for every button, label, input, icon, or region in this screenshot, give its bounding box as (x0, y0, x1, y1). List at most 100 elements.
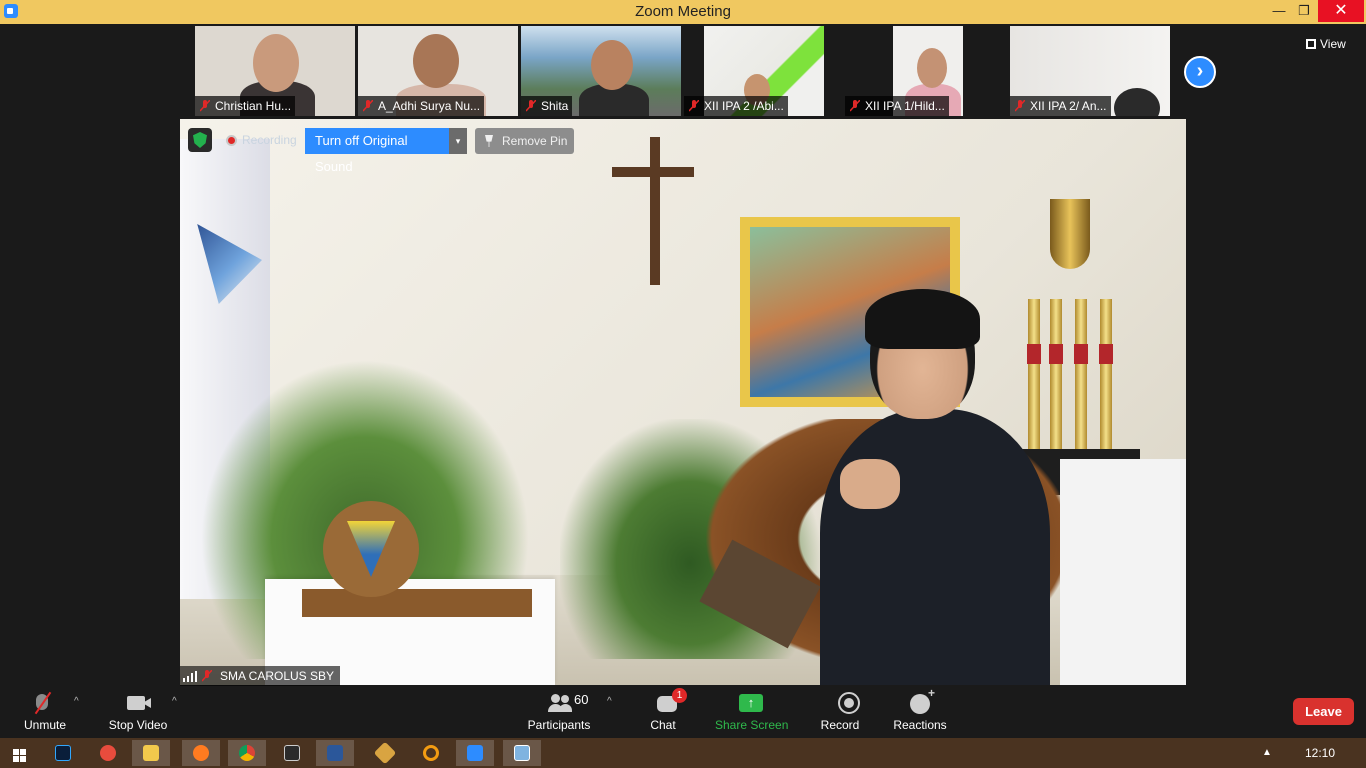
unmute-button[interactable]: Unmute (22, 688, 68, 738)
tray-overflow-icon[interactable]: ▲ (1262, 747, 1272, 758)
school-logo-plaque (323, 501, 419, 597)
participants-label: Participants (527, 718, 591, 732)
trophy-cup (1050, 199, 1090, 269)
participant-thumbnail[interactable]: Shita (521, 26, 681, 116)
trophy-band (1099, 344, 1113, 364)
participant-name-label: Shita (521, 96, 573, 116)
taskbar-clock[interactable]: 12:10 (1305, 746, 1335, 760)
trophy (1020, 159, 1140, 495)
zoom-icon (467, 745, 483, 761)
meeting-area: Christian Hu... A_Adhi Surya Nu... Shita (0, 24, 1366, 688)
windows-logo-icon (13, 749, 26, 762)
title-bar: Zoom Meeting — ❐ ✕ (0, 0, 1366, 24)
participant-name-label: Christian Hu... (195, 96, 296, 116)
view-label: View (1320, 37, 1346, 51)
participant-thumbnail[interactable]: XII IPA 1/Hild... (845, 26, 963, 116)
taskbar-app[interactable] (132, 740, 170, 766)
taskbar-app[interactable] (228, 740, 266, 766)
pin-icon (485, 135, 493, 147)
recording-label: Recording (242, 133, 297, 147)
pencil-app-icon (373, 741, 397, 765)
recording-indicator[interactable]: Recording (222, 130, 297, 150)
participants-button[interactable]: 60 Participants (526, 688, 592, 738)
taskbar-app[interactable] (412, 740, 450, 766)
share-screen-label: Share Screen (715, 718, 789, 732)
participant-thumbnail[interactable]: XII IPA 2 /Abi... (684, 26, 824, 116)
chat-button[interactable]: 1 Chat (640, 688, 687, 738)
main-participant-name: SMA CAROLUS SBY (220, 669, 335, 683)
share-screen-icon: ↑ (739, 694, 763, 712)
taskbar-app[interactable] (366, 740, 404, 766)
leave-button[interactable]: Leave (1293, 698, 1354, 725)
grid-icon (1306, 39, 1316, 49)
remove-pin-label: Remove Pin (502, 134, 568, 148)
participant-name-label: XII IPA 2/ An... (1010, 96, 1111, 116)
participant-name-label: XII IPA 1/Hild... (845, 96, 949, 116)
reactions-button[interactable]: Reactions (890, 686, 950, 738)
participant-name: A_Adhi Surya Nu... (378, 99, 481, 113)
taskbar-app[interactable] (456, 740, 494, 766)
video-camera-icon (127, 696, 145, 710)
participants-count: 60 (574, 692, 589, 707)
school-logo (347, 521, 395, 577)
taskbar-app[interactable] (273, 740, 311, 766)
participant-thumbnail[interactable]: Christian Hu... (195, 26, 355, 116)
security-shield-icon[interactable] (188, 128, 212, 152)
trophy-column (1100, 299, 1112, 449)
speaker-hand (840, 459, 900, 509)
main-video[interactable] (180, 119, 1186, 685)
windows-taskbar: ▲ 12:10 (0, 738, 1366, 768)
muted-mic-icon (363, 100, 373, 112)
crucifix (650, 137, 660, 285)
crucifix-arm (612, 167, 694, 177)
window-app-icon (514, 745, 530, 761)
taskbar-app[interactable] (503, 740, 541, 766)
word-icon (327, 745, 343, 761)
chat-unread-badge: 1 (672, 688, 687, 703)
reactions-label: Reactions (893, 718, 947, 732)
unmute-label: Unmute (23, 718, 67, 732)
signal-strength-icon (183, 671, 197, 682)
minimize-button[interactable]: — (1265, 0, 1293, 22)
person-face (917, 48, 947, 88)
start-button[interactable] (0, 740, 38, 766)
participants-options-caret[interactable]: ^ (607, 696, 612, 707)
maximize-button[interactable]: ❐ (1290, 0, 1318, 22)
person-face (413, 34, 459, 88)
original-sound-dropdown[interactable]: ▾ (449, 128, 467, 154)
participant-name: Christian Hu... (215, 99, 292, 113)
participant-thumbnail[interactable]: XII IPA 2/ An... (1010, 26, 1170, 116)
taskbar-app[interactable] (182, 740, 220, 766)
video-options-caret[interactable]: ^ (172, 696, 177, 707)
stop-video-button[interactable]: Stop Video (108, 688, 168, 738)
stop-video-label: Stop Video (108, 718, 168, 732)
taskbar-app[interactable] (316, 740, 354, 766)
participant-name-label: A_Adhi Surya Nu... (358, 96, 485, 116)
speaker-hair (865, 289, 980, 349)
taskbar-app[interactable] (44, 740, 82, 766)
muted-mic-icon (526, 100, 536, 112)
trophy-band (1049, 344, 1063, 364)
record-button[interactable]: Record (820, 688, 860, 738)
chat-label: Chat (650, 718, 676, 732)
taskbar-app[interactable] (89, 740, 127, 766)
participants-icon (548, 694, 572, 712)
original-sound-button[interactable]: Turn off Original Sound (305, 128, 449, 174)
remove-pin-button[interactable]: Remove Pin (475, 128, 574, 154)
photoshop-icon (55, 745, 71, 761)
window-title: Zoom Meeting (635, 3, 731, 20)
video-editor-icon (284, 745, 300, 761)
muted-mic-icon (689, 100, 699, 112)
trophy-band (1027, 344, 1041, 364)
share-screen-button[interactable]: ↑ Share Screen (715, 688, 789, 738)
participant-thumbnail[interactable]: A_Adhi Surya Nu... (358, 26, 518, 116)
trophy-column (1075, 299, 1087, 449)
search-app-icon (423, 745, 439, 761)
wooden-stand (302, 589, 532, 617)
close-button[interactable]: ✕ (1318, 0, 1364, 22)
person-face (591, 40, 633, 90)
firefox-icon (193, 745, 209, 761)
audio-options-caret[interactable]: ^ (74, 696, 79, 707)
next-page-button[interactable]: › (1184, 56, 1216, 88)
view-button[interactable]: View (1300, 34, 1346, 54)
